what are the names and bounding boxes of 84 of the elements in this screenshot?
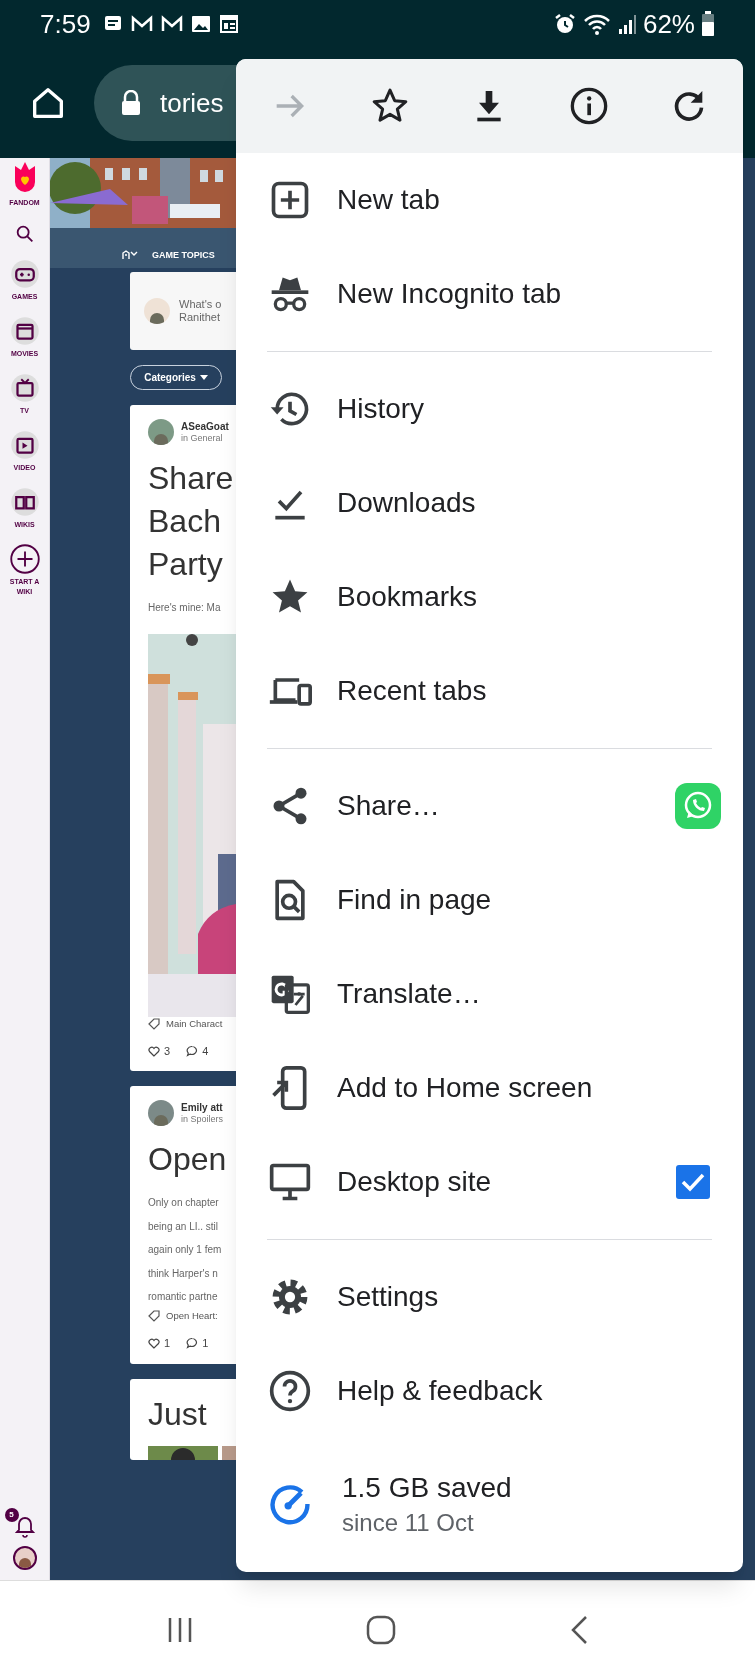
menu-label: Help & feedback	[337, 1374, 543, 1408]
plus-icon	[9, 543, 40, 574]
menu-label: Bookmarks	[337, 580, 478, 614]
menu-label: New Incognito tab	[337, 277, 562, 311]
lock-icon	[120, 90, 142, 116]
image-icon	[190, 14, 211, 34]
heart-icon	[148, 1045, 160, 1057]
clock-time: 7:59	[40, 7, 91, 41]
menu-item[interactable]: Translate…	[236, 947, 743, 1041]
post-category: in Spoilers	[181, 1113, 224, 1125]
avatar[interactable]	[12, 1546, 37, 1570]
menu-item[interactable]: Help & feedback	[236, 1344, 743, 1438]
clapperboard-icon	[9, 315, 40, 346]
menu-item[interactable]: History	[236, 362, 743, 456]
menu-label: Settings	[337, 1280, 439, 1314]
post-card[interactable]: Emily att in Spoilers Open Only on chapter being an LI.. stil again only 1 fem think Harper's n romantic partne Open Heart: 1 1	[130, 1086, 236, 1364]
menu-label: Translate…	[337, 977, 481, 1011]
tv-icon	[9, 372, 40, 403]
caret-icon	[199, 374, 208, 381]
menu-item[interactable]: Recent tabs	[236, 644, 743, 738]
community-icon	[122, 250, 140, 261]
like-count: 3	[164, 1043, 171, 1059]
heart-icon	[148, 1337, 160, 1350]
author-name[interactable]: ASeaGoat	[181, 420, 229, 433]
menu-item[interactable]: Downloads	[236, 456, 743, 550]
menu-item[interactable]: Desktop site	[236, 1135, 743, 1229]
menu-item[interactable]: Settings	[236, 1250, 743, 1344]
comment-count: 4	[202, 1043, 209, 1059]
comment-icon	[186, 1045, 199, 1057]
post-card[interactable]: ASeaGoat in General Share Bach Party Here's mine: Ma Main Charact 3 4	[130, 405, 236, 1072]
like-count: 1	[164, 1336, 171, 1351]
menu-label: New tab	[337, 183, 440, 217]
menu-label: Downloads	[337, 486, 476, 520]
data-saved-text: 1.5 GB saved	[342, 1470, 512, 1505]
calendar-icon	[218, 14, 239, 34]
menu-item[interactable]: Bookmarks	[236, 550, 743, 644]
menu-item[interactable]: New Incognito tab	[236, 247, 743, 341]
notification-badge: 5	[4, 1508, 19, 1522]
menu-label: Recent tabs	[337, 674, 487, 708]
composer-prompt: What's o Ranithet	[179, 298, 222, 324]
tag-icon	[148, 1309, 160, 1322]
mail-icon	[130, 14, 153, 34]
menu-item[interactable]: 1.5 GB saved since 11 Oct	[236, 1438, 743, 1569]
post-category: in General	[181, 432, 224, 444]
post-excerpt: Here's mine: Ma	[148, 601, 222, 615]
gamepad-icon	[9, 258, 40, 289]
checkbox[interactable]	[675, 1164, 711, 1200]
battery-percent: 62%	[642, 7, 695, 41]
composer-card[interactable]: What's o Ranithet	[130, 272, 236, 350]
book-icon	[9, 486, 40, 517]
post-title[interactable]: Just	[148, 1392, 236, 1436]
menu-label: History	[337, 392, 425, 426]
post-title[interactable]: Open	[148, 1138, 236, 1182]
nav-link[interactable]: GAME TOPICS	[152, 248, 215, 262]
avatar	[144, 298, 170, 324]
menu-label: Desktop site	[337, 1165, 492, 1199]
url-text: tories	[160, 86, 224, 120]
info-icon	[569, 86, 610, 126]
home-button-icon	[365, 1613, 398, 1646]
menu-item[interactable]: Share…	[236, 759, 743, 853]
post-tag[interactable]: Main Charact	[166, 1016, 223, 1031]
menu-item[interactable]: Add to Home screen	[236, 1041, 743, 1135]
tag-icon	[148, 1017, 160, 1030]
avatar	[148, 1100, 174, 1127]
post-title[interactable]: Share Bach Party	[148, 457, 236, 586]
menu-item[interactable]: Find in page	[236, 853, 743, 947]
menu-item[interactable]: New tab	[236, 153, 743, 247]
avatar	[148, 419, 174, 445]
help-icon	[268, 1369, 312, 1413]
comment-icon	[186, 1337, 199, 1350]
mail-icon	[160, 14, 183, 34]
menu-label: Share…	[337, 789, 440, 823]
play-icon	[9, 429, 40, 460]
wifi-icon	[582, 12, 611, 36]
data-saved-since: since 11 Oct	[342, 1507, 475, 1538]
menu-label: Add to Home screen	[337, 1071, 593, 1105]
post-card[interactable]: Just	[130, 1378, 236, 1460]
battery-icon	[701, 11, 715, 37]
signal-icon	[616, 12, 637, 36]
comment-count: 1	[202, 1336, 209, 1351]
post-tag[interactable]: Open Heart:	[166, 1308, 218, 1323]
menu-label: Find in page	[337, 883, 492, 917]
author-name[interactable]: Emily att	[181, 1101, 224, 1114]
post-excerpt: Only on chapter being an LI.. stil again only 1 fem think Harper's n romantic partne	[148, 1196, 223, 1305]
